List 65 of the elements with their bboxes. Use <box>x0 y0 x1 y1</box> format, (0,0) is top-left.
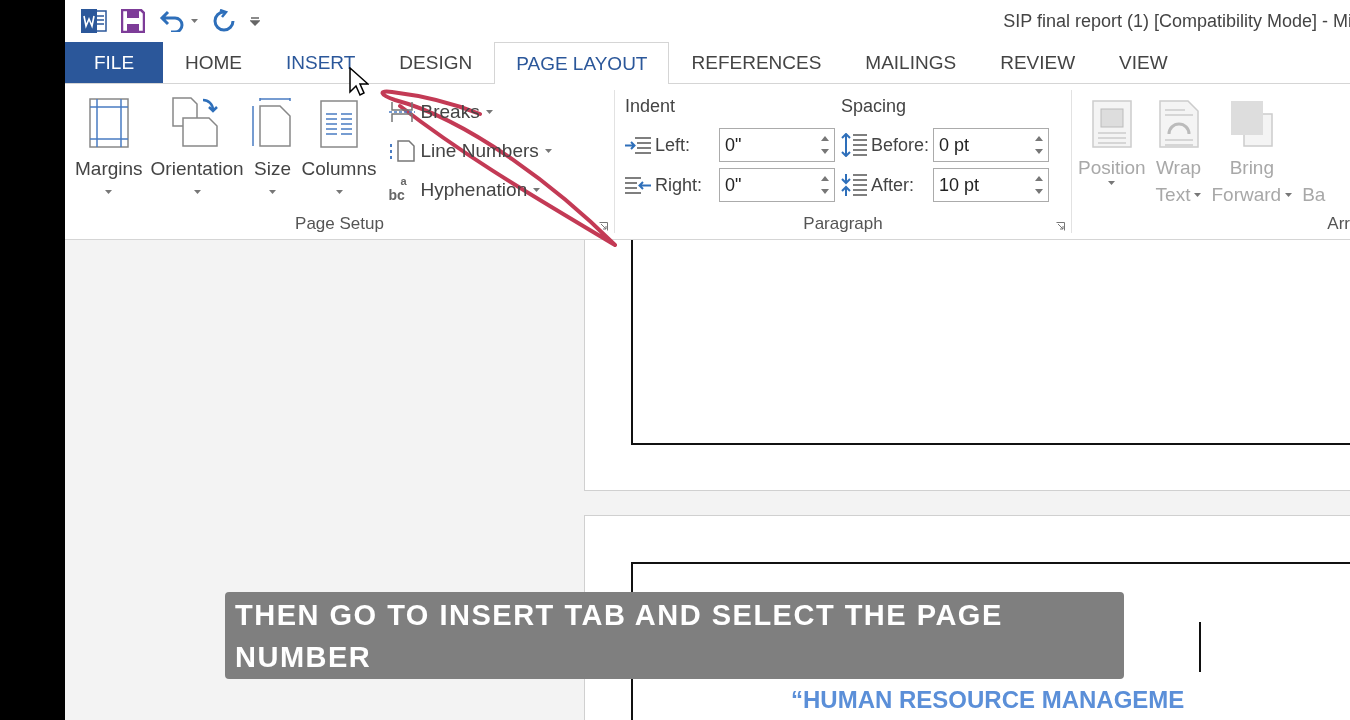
caret-icon <box>1194 192 1202 197</box>
word-logo-icon[interactable] <box>81 9 107 33</box>
group-label: Paragraph <box>803 214 883 234</box>
spin-arrows-icon[interactable] <box>821 134 829 156</box>
field-label: After: <box>871 174 915 196</box>
ribbon-button[interactable]: Orientation <box>148 92 246 209</box>
caret-icon <box>193 190 201 194</box>
ribbon-button[interactable]: Columns <box>299 92 379 209</box>
dialog-launcher-icon[interactable] <box>1056 222 1065 231</box>
document-heading: “HUMAN RESOURCE MANAGEME <box>791 686 1186 714</box>
spin-arrows-icon[interactable] <box>1035 174 1043 196</box>
caret-icon <box>1108 181 1116 185</box>
field-label: Before: <box>871 134 930 156</box>
ribbon-tab[interactable]: INSERT <box>264 42 378 83</box>
columns-icon <box>320 100 358 148</box>
caret-icon <box>335 190 343 194</box>
caret-icon <box>533 187 541 192</box>
ribbon-tab[interactable]: MAILINGS <box>843 42 979 83</box>
spin-arrows-icon[interactable] <box>821 174 829 196</box>
field-label: Right: <box>655 174 704 196</box>
ribbon-button[interactable]: Size <box>249 92 296 209</box>
spin-field[interactable]: 0" <box>719 168 835 202</box>
caret-icon <box>191 19 198 23</box>
save-icon[interactable] <box>121 9 145 33</box>
ribbon-tab[interactable]: REVIEW <box>978 42 1098 83</box>
field-label: Left: <box>655 134 692 156</box>
undo-icon[interactable] <box>159 10 185 32</box>
spin-field[interactable]: 0 pt <box>933 128 1050 162</box>
section-label: Spacing <box>841 96 908 118</box>
ribbon-tab[interactable]: VIEW <box>1097 42 1190 83</box>
redo-icon[interactable] <box>212 9 236 33</box>
ribbon-tab[interactable]: REFERENCES <box>669 42 844 83</box>
margins-icon <box>88 98 129 148</box>
caret-icon <box>544 148 552 153</box>
text-cursor <box>1199 622 1201 672</box>
page-break-icon <box>388 100 415 123</box>
caret-icon <box>269 190 277 194</box>
line-numbers-icon <box>388 139 415 162</box>
video-caption: THEN GO TO INSERT TAB AND SELECT THE PAGE NUMBER <box>225 592 1124 679</box>
group-label: Page Setup <box>295 214 384 234</box>
image-position-icon <box>1091 100 1132 148</box>
bring-forward-icon <box>1229 100 1274 148</box>
spin-field[interactable]: 0" <box>719 128 835 162</box>
group-label: Arr <box>1327 214 1350 234</box>
window-title: SIP final report (1) [Compatibility Mode] - Mi <box>1003 10 1350 32</box>
hyphenation-icon: a bc <box>388 177 415 202</box>
caret-icon <box>105 190 113 194</box>
text-wrap-icon <box>1158 100 1199 148</box>
ribbon-tab[interactable]: HOME <box>163 42 264 83</box>
ribbon-button[interactable]: Margins <box>73 92 145 209</box>
spin-arrows-icon[interactable] <box>1035 134 1044 156</box>
file-tab[interactable]: FILE <box>65 42 163 83</box>
ribbon-tab[interactable]: DESIGN <box>377 42 495 83</box>
ribbon-tab[interactable]: PAGE LAYOUT <box>494 42 670 84</box>
spacing-after-icon <box>841 173 867 197</box>
spin-field[interactable]: 10 pt <box>933 168 1049 202</box>
dialog-launcher-icon[interactable] <box>599 222 608 231</box>
section-label: Indent <box>625 96 677 118</box>
spacing-before-icon <box>841 133 867 157</box>
indent-right-icon <box>625 176 651 194</box>
indent-left-icon <box>625 136 651 154</box>
customize-menu-icon[interactable] <box>250 16 260 26</box>
page-size-icon <box>251 98 294 148</box>
caret-icon <box>485 109 493 114</box>
caret-icon <box>1285 192 1293 197</box>
